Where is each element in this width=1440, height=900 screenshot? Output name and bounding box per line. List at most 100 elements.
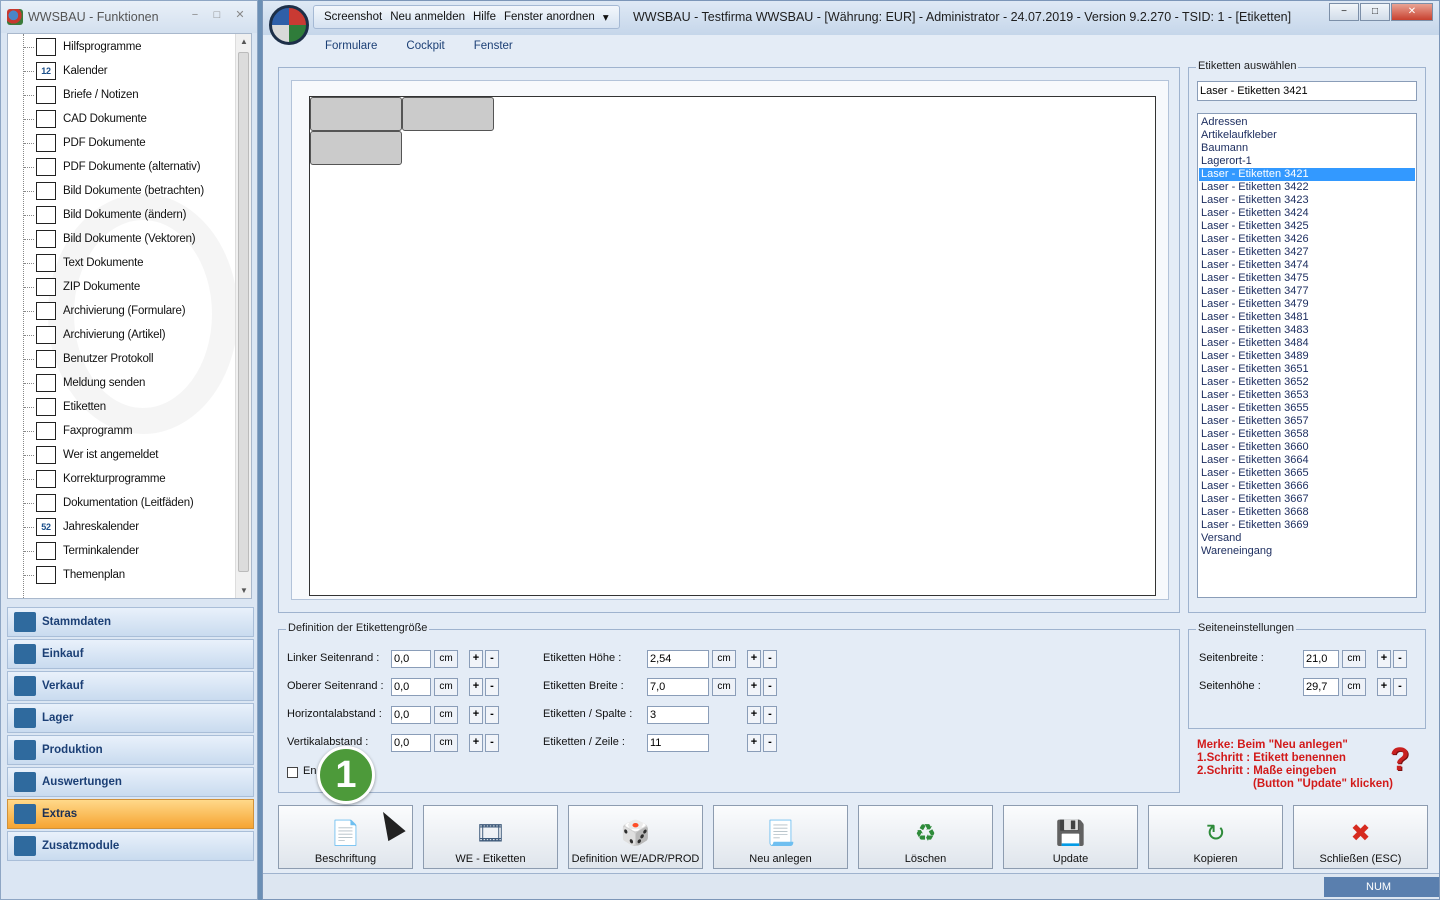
- quick-fenster-anordnen[interactable]: Fenster anordnen: [504, 11, 595, 23]
- decrement-button[interactable]: -: [763, 706, 777, 724]
- close-button[interactable]: ✕: [1391, 3, 1433, 21]
- tree-item[interactable]: Wer ist angemeldet: [23, 443, 158, 467]
- scroll-up-icon[interactable]: ▲: [239, 37, 249, 46]
- list-item[interactable]: Laser - Etiketten 3665: [1199, 467, 1415, 480]
- list-item[interactable]: Wareneingang: [1199, 545, 1415, 558]
- minimize-icon[interactable]: −: [188, 9, 202, 21]
- list-item[interactable]: Laser - Etiketten 3479: [1199, 298, 1415, 311]
- tree-item[interactable]: Hilfsprogramme: [23, 35, 142, 59]
- list-item[interactable]: Laser - Etiketten 3652: [1199, 376, 1415, 389]
- nav-item-zusatzmodule[interactable]: Zusatzmodule: [7, 831, 254, 861]
- tree-item[interactable]: Faxprogramm: [23, 419, 133, 443]
- quick-hilfe[interactable]: Hilfe: [473, 11, 496, 23]
- tree-item[interactable]: Briefe / Notizen: [23, 83, 139, 107]
- tree-item[interactable]: Archivierung (Formulare): [23, 299, 186, 323]
- we-etiketten-button[interactable]: 🎞 WE - Etiketten: [423, 805, 558, 869]
- unit-button[interactable]: cm: [712, 678, 736, 696]
- unit-button[interactable]: cm: [434, 706, 458, 724]
- list-item[interactable]: Laser - Etiketten 3653: [1199, 389, 1415, 402]
- label-selection-list[interactable]: Adressen Artikelaufkleber Baumann Lagerort-…: [1197, 113, 1417, 598]
- decrement-button[interactable]: -: [1393, 650, 1407, 668]
- nav-item-lager[interactable]: Lager: [7, 703, 254, 733]
- tree-item[interactable]: Korrekturprogramme: [24, 467, 166, 491]
- increment-button[interactable]: +: [747, 734, 761, 752]
- list-item[interactable]: Laser - Etiketten 3426: [1199, 233, 1415, 246]
- increment-button[interactable]: +: [469, 734, 483, 752]
- left-field-1-input[interactable]: 0,0: [391, 678, 431, 696]
- decrement-button[interactable]: -: [485, 678, 499, 696]
- decrement-button[interactable]: -: [485, 734, 499, 752]
- unit-button[interactable]: cm: [434, 678, 458, 696]
- nav-item-extras[interactable]: Extras: [7, 799, 254, 829]
- nav-item-produktion[interactable]: Produktion: [7, 735, 254, 765]
- nav-item-einkauf[interactable]: Einkauf: [7, 639, 254, 669]
- right-field-2-input[interactable]: 3: [647, 706, 709, 724]
- menu-formulare[interactable]: Formulare: [325, 40, 377, 52]
- tree-item[interactable]: 52 Jahreskalender: [24, 515, 139, 539]
- list-item[interactable]: Lagerort-1: [1199, 155, 1415, 168]
- menu-fenster[interactable]: Fenster: [474, 40, 513, 52]
- close-icon[interactable]: ✕: [233, 9, 247, 21]
- tree-item[interactable]: Archivierung (Artikel): [23, 323, 166, 347]
- list-item[interactable]: Laser - Etiketten 3423: [1199, 194, 1415, 207]
- nav-item-stammdaten[interactable]: Stammdaten: [7, 607, 254, 637]
- list-item[interactable]: Artikelaufkleber: [1199, 129, 1415, 142]
- list-item[interactable]: Laser - Etiketten 3474: [1199, 259, 1415, 272]
- nav-item-auswertungen[interactable]: Auswertungen: [7, 767, 254, 797]
- list-item[interactable]: Laser - Etiketten 3421: [1199, 168, 1415, 181]
- tree-item[interactable]: Text Dokumente: [23, 251, 143, 275]
- tree-scrollbar[interactable]: ▲ ▼: [235, 34, 251, 598]
- maximize-icon[interactable]: □: [210, 9, 224, 21]
- quick-screenshot[interactable]: Screenshot: [324, 11, 382, 23]
- tree-item[interactable]: CAD Dokumente: [24, 107, 147, 131]
- maximize-button[interactable]: □: [1360, 3, 1390, 21]
- unit-button[interactable]: cm: [434, 650, 458, 668]
- list-item[interactable]: Laser - Etiketten 3477: [1199, 285, 1415, 298]
- tree-item[interactable]: 12 Kalender: [23, 59, 108, 83]
- list-item[interactable]: Laser - Etiketten 3489: [1199, 350, 1415, 363]
- löschen-button[interactable]: ♻ Löschen: [858, 805, 993, 869]
- decrement-button[interactable]: -: [1393, 678, 1407, 696]
- increment-button[interactable]: +: [469, 650, 483, 668]
- tree-item[interactable]: PDF Dokumente: [23, 131, 146, 155]
- tree-item[interactable]: Bild Dokumente (ändern): [23, 203, 186, 227]
- left-field-2-input[interactable]: 0,0: [391, 706, 431, 724]
- unit-button[interactable]: cm: [1342, 650, 1366, 668]
- quick-neu-anmelden[interactable]: Neu anmelden: [390, 11, 465, 23]
- list-item[interactable]: Laser - Etiketten 3658: [1199, 428, 1415, 441]
- tree-item[interactable]: Themenplan: [24, 563, 125, 587]
- list-item[interactable]: Laser - Etiketten 3657: [1199, 415, 1415, 428]
- list-item[interactable]: Baumann: [1199, 142, 1415, 155]
- label-selection-input[interactable]: Laser - Etiketten 3421: [1197, 81, 1417, 101]
- increment-button[interactable]: +: [469, 706, 483, 724]
- decrement-button[interactable]: -: [485, 706, 499, 724]
- list-item[interactable]: Laser - Etiketten 3669: [1199, 519, 1415, 532]
- list-item[interactable]: Laser - Etiketten 3424: [1199, 207, 1415, 220]
- increment-button[interactable]: +: [1377, 650, 1391, 668]
- list-item[interactable]: Laser - Etiketten 3427: [1199, 246, 1415, 259]
- list-item[interactable]: Laser - Etiketten 3483: [1199, 324, 1415, 337]
- list-item[interactable]: Laser - Etiketten 3425: [1199, 220, 1415, 233]
- increment-button[interactable]: +: [469, 678, 483, 696]
- increment-button[interactable]: +: [747, 706, 761, 724]
- definition-we-adr-prod-button[interactable]: 🎲 Definition WE/ADR/PROD: [568, 805, 703, 869]
- list-item[interactable]: Adressen: [1199, 116, 1415, 129]
- tree-item[interactable]: Meldung senden: [23, 371, 145, 395]
- tree-item[interactable]: Bild Dokumente (betrachten): [24, 179, 204, 203]
- help-icon[interactable]: ?: [1390, 741, 1410, 778]
- tree-item[interactable]: Terminkalender: [24, 539, 139, 563]
- page-field-0-input[interactable]: 21,0: [1303, 650, 1339, 668]
- tree-item[interactable]: Benutzer Protokoll: [23, 347, 154, 371]
- scroll-thumb[interactable]: [238, 52, 249, 572]
- tree-item[interactable]: PDF Dokumente (alternativ): [23, 155, 201, 179]
- neu-anlegen-button[interactable]: 📃 Neu anlegen: [713, 805, 848, 869]
- kopieren-button[interactable]: ↻ Kopieren: [1148, 805, 1283, 869]
- right-field-3-input[interactable]: 11: [647, 734, 709, 752]
- scroll-down-icon[interactable]: ▼: [239, 586, 249, 595]
- tree-item[interactable]: ZIP Dokumente: [23, 275, 140, 299]
- quick-bar-dropdown-icon[interactable]: ▾: [603, 10, 609, 24]
- update-button[interactable]: 💾 Update: [1003, 805, 1138, 869]
- tree-item[interactable]: Dokumentation (Leitfäden): [24, 491, 194, 515]
- unit-button[interactable]: cm: [434, 734, 458, 752]
- decrement-button[interactable]: -: [763, 734, 777, 752]
